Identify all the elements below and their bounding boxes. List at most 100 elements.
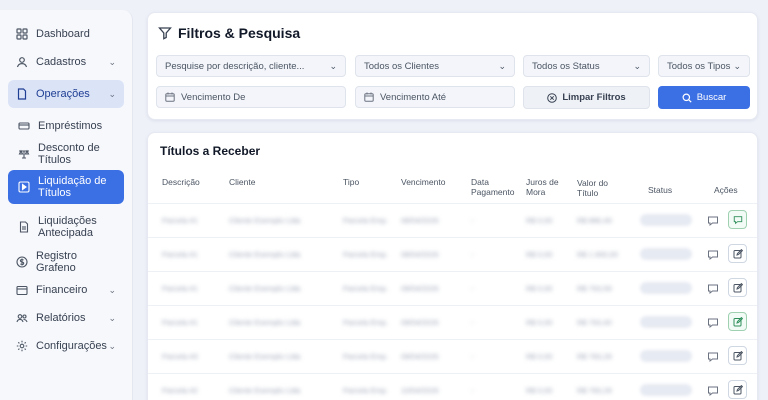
edit-button[interactable] bbox=[728, 380, 747, 399]
column-header-valor: Valor do Título bbox=[577, 178, 609, 198]
cash-icon bbox=[18, 120, 30, 132]
sidebar-item-configuracoes[interactable]: Configurações ⌄ bbox=[8, 332, 124, 360]
table-row: Parcela #1 Cliente Exemplo Ltda Parcela Em… bbox=[148, 271, 757, 305]
sidebar-item-financeiro[interactable]: Financeiro ⌄ bbox=[8, 276, 124, 304]
edit-button[interactable] bbox=[728, 244, 747, 263]
sidebar-item-emprestimos[interactable]: Empréstimos bbox=[8, 112, 124, 140]
document-icon bbox=[16, 88, 28, 100]
cell-vencimento: 08/04/2026 bbox=[401, 216, 439, 225]
sidebar: Dashboard Cadastros ⌄ Operações ⌄ Emprés… bbox=[0, 10, 133, 400]
column-header-data-pagamento: Data Pagamento bbox=[471, 177, 515, 197]
cell-valor: R$ 886,49 bbox=[577, 216, 612, 225]
file-icon bbox=[18, 221, 30, 233]
chevron-down-icon: ⌄ bbox=[733, 60, 741, 71]
sidebar-item-desconto-titulos[interactable]: Desconto de Títulos bbox=[8, 140, 124, 168]
cell-valor: R$ 763,59 bbox=[577, 284, 612, 293]
search-button[interactable]: Buscar bbox=[658, 86, 750, 109]
sidebar-item-label: Operações bbox=[36, 88, 90, 100]
chevron-down-icon: ⌄ bbox=[108, 56, 116, 67]
cell-tipo: Parcela Emp. bbox=[343, 284, 389, 293]
column-header-juros: Juros de Mora bbox=[526, 177, 559, 197]
cell-cliente: Cliente Exemplo Ltda bbox=[229, 318, 301, 327]
comment-icon[interactable] bbox=[707, 248, 719, 261]
cell-juros: R$ 0,00 bbox=[526, 284, 553, 293]
cell-vencimento: 09/04/2026 bbox=[401, 318, 439, 327]
sidebar-item-label: Configurações bbox=[36, 340, 107, 352]
clients-select[interactable]: Todos os Clientes ⌄ bbox=[355, 55, 515, 77]
comment-icon[interactable] bbox=[707, 316, 719, 329]
edit-icon bbox=[733, 384, 743, 395]
edit-button[interactable] bbox=[728, 312, 747, 331]
cell-descricao: Parcela #1 bbox=[162, 250, 198, 259]
cell-juros: R$ 0,00 bbox=[526, 386, 553, 395]
cell-cliente: Cliente Exemplo Ltda bbox=[229, 216, 301, 225]
sidebar-item-label: Liquidação de Títulos bbox=[38, 175, 107, 199]
sidebar-item-relatorios[interactable]: Relatórios ⌄ bbox=[8, 304, 124, 332]
sidebar-item-dashboard[interactable]: Dashboard bbox=[8, 20, 124, 48]
table-row: Parcela #1 Cliente Exemplo Ltda Parcela Em… bbox=[148, 305, 757, 339]
cell-descricao: Parcela #2 bbox=[162, 386, 198, 395]
comment-button[interactable] bbox=[728, 210, 747, 229]
cell-cliente: Cliente Exemplo Ltda bbox=[229, 250, 301, 259]
edit-icon bbox=[733, 248, 743, 259]
chevron-down-icon: ⌄ bbox=[329, 60, 337, 71]
edit-button[interactable] bbox=[728, 346, 747, 365]
sidebar-item-liquidacao-titulos[interactable]: Liquidação de Títulos bbox=[8, 170, 124, 204]
status-badge bbox=[640, 282, 692, 294]
search-placeholder: Pesquise por descrição, cliente... bbox=[165, 60, 305, 72]
types-select[interactable]: Todos os Tipos ⌄ bbox=[658, 55, 750, 77]
cell-cliente: Cliente Exemplo Ltda bbox=[229, 284, 301, 293]
cell-data-pagamento: - bbox=[471, 216, 474, 225]
edit-button[interactable] bbox=[728, 278, 747, 297]
due-to-input[interactable]: Vencimento Até bbox=[355, 86, 515, 108]
search-input[interactable]: Pesquise por descrição, cliente... ⌄ bbox=[156, 55, 346, 77]
receivables-table-panel: Títulos a Receber Descrição Cliente Tipo… bbox=[147, 132, 758, 400]
column-header-vencimento: Vencimento bbox=[401, 177, 446, 187]
due-from-input[interactable]: Vencimento De bbox=[156, 86, 346, 108]
sidebar-item-label: Cadastros bbox=[36, 56, 87, 68]
cell-data-pagamento: - bbox=[471, 250, 474, 259]
edit-icon bbox=[733, 316, 743, 327]
comment-icon[interactable] bbox=[707, 214, 719, 227]
status-select[interactable]: Todos os Status ⌄ bbox=[523, 55, 650, 77]
status-badge bbox=[640, 350, 692, 362]
cell-tipo: Parcela Emp. bbox=[343, 216, 389, 225]
sidebar-item-label: Registro Grafeno bbox=[36, 250, 77, 274]
sidebar-item-registro-grafeno[interactable]: Registro Grafeno bbox=[8, 248, 124, 276]
status-badge bbox=[640, 248, 692, 260]
comment-icon[interactable] bbox=[707, 350, 719, 363]
sidebar-item-label: Empréstimos bbox=[38, 120, 103, 132]
clear-filters-label: Limpar Filtros bbox=[562, 92, 626, 103]
comment-icon[interactable] bbox=[707, 384, 719, 397]
cell-descricao: Parcela #1 bbox=[162, 284, 198, 293]
cell-tipo: Parcela Emp. bbox=[343, 250, 389, 259]
clients-select-value: Todos os Clientes bbox=[364, 60, 439, 72]
cell-tipo: Parcela Emp. bbox=[343, 318, 389, 327]
edit-icon bbox=[733, 350, 743, 361]
cell-vencimento: 09/04/2026 bbox=[401, 352, 439, 361]
cell-juros: R$ 0,00 bbox=[526, 216, 553, 225]
filters-title-text: Filtros & Pesquisa bbox=[178, 25, 301, 41]
cell-valor: R$ 763,40 bbox=[577, 318, 612, 327]
cell-juros: R$ 0,00 bbox=[526, 318, 553, 327]
sidebar-item-label: Financeiro bbox=[36, 284, 88, 296]
clear-filters-button[interactable]: Limpar Filtros bbox=[523, 86, 650, 109]
column-header-tipo: Tipo bbox=[343, 177, 360, 187]
calendar-icon bbox=[165, 92, 175, 102]
status-badge bbox=[640, 316, 692, 328]
due-to-placeholder: Vencimento Até bbox=[380, 91, 447, 103]
sidebar-item-liquidacoes-antecipada[interactable]: Liquidações Antecipada bbox=[8, 210, 124, 244]
comment-icon[interactable] bbox=[707, 282, 719, 295]
sidebar-item-label: Liquidações Antecipada bbox=[38, 215, 97, 239]
sidebar-item-operacoes[interactable]: Operações ⌄ bbox=[8, 80, 124, 108]
calendar-icon bbox=[364, 92, 374, 102]
cell-vencimento: 10/04/2026 bbox=[401, 386, 439, 395]
grid-icon bbox=[16, 28, 28, 40]
filter-icon bbox=[158, 26, 172, 40]
status-select-value: Todos os Status bbox=[532, 60, 600, 72]
table-row: Parcela #3 Cliente Exemplo Ltda Parcela Em… bbox=[148, 339, 757, 373]
sidebar-item-label: Dashboard bbox=[36, 28, 90, 40]
table-title: Títulos a Receber bbox=[160, 144, 261, 158]
edit-icon bbox=[733, 282, 743, 293]
sidebar-item-cadastros[interactable]: Cadastros ⌄ bbox=[8, 48, 124, 76]
